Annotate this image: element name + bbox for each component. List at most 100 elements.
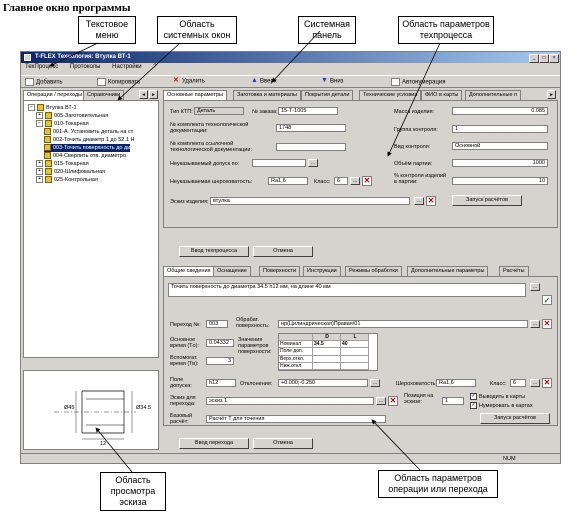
tab-operations[interactable]: Операции / переходы — [23, 90, 87, 100]
text-browse-button[interactable]: ... — [530, 283, 540, 291]
order-no-field[interactable]: 15-Т-1005 — [278, 107, 338, 115]
autonumber-button[interactable]: Автонумерация — [391, 78, 446, 86]
tab-tech-conditions[interactable]: Технические условия — [359, 90, 422, 100]
tab-additional[interactable]: Дополнительные п — [465, 90, 522, 100]
op-class-clear-icon[interactable]: ✕ — [542, 378, 552, 388]
aux-time-field[interactable]: 3 — [206, 357, 234, 365]
tab-calculations[interactable]: Расчёты — [499, 266, 529, 276]
move-up-button[interactable]: ▲ Вверх — [251, 77, 277, 85]
param-table-cell[interactable]: Ниж.откл. — [279, 362, 313, 370]
surface-browse-button[interactable]: ... — [530, 320, 540, 328]
tab-instructions[interactable]: Инструкции — [303, 266, 341, 276]
base-calc-field[interactable]: Расчёт Т для точения — [206, 415, 386, 423]
param-table-cell[interactable]: Номинал — [279, 341, 313, 349]
op-sketch-clear-icon[interactable]: ✕ — [388, 396, 398, 406]
tree-item[interactable]: +020-Шлифовальная — [36, 168, 105, 176]
step-cancel-button[interactable]: Отмена — [253, 438, 313, 449]
op-roughness-field[interactable]: Ra1,6 — [436, 379, 476, 387]
close-icon[interactable]: × — [549, 54, 559, 63]
tab-fio[interactable]: ФИО в карты — [421, 90, 463, 100]
tree-item[interactable]: 003-Точить поверхность до ди — [44, 144, 131, 152]
surface-field[interactable]: нр(Цилиндрическая)Правая\01 — [278, 320, 528, 328]
tab-modes[interactable]: Режимы обработки — [345, 266, 402, 276]
tree-expander-icon[interactable]: + — [36, 160, 43, 167]
copy-button[interactable]: Копировать — [97, 78, 140, 86]
param-table-cell[interactable] — [313, 355, 341, 363]
tree-item[interactable]: − 010-Токарная — [36, 120, 89, 128]
deviations-field[interactable]: +0.000;-0.250 — [278, 379, 368, 387]
check-icon[interactable]: ✓ — [542, 295, 552, 305]
param-table-cell[interactable] — [313, 348, 341, 356]
enter-process-button[interactable]: Ввод техпроцесса — [179, 246, 249, 257]
tab-references[interactable]: Справочники — [83, 90, 125, 100]
op-sketch-field[interactable]: эскиз 1 — [206, 397, 374, 405]
sketch-name-field[interactable]: втулка — [210, 197, 410, 205]
control-group-field[interactable]: 1 — [452, 125, 548, 133]
tree-item[interactable]: +015-Токарная — [36, 160, 89, 168]
op-sketch-browse-button[interactable]: ... — [376, 397, 386, 405]
tree-item[interactable]: +025-Контрольная — [36, 176, 98, 184]
tree-item[interactable]: 001-А. Установить деталь на ст — [44, 128, 133, 136]
tolerance-field[interactable] — [252, 159, 306, 167]
deviations-browse-button[interactable]: ... — [370, 379, 380, 387]
move-down-button[interactable]: ▼ Вниз — [321, 77, 343, 85]
tree-item[interactable]: − Втулка ВТ-1 — [28, 104, 77, 112]
maximize-icon[interactable]: □ — [539, 54, 549, 63]
param-table-cell[interactable] — [341, 355, 369, 363]
param-table-cell[interactable] — [341, 348, 369, 356]
tab-scroll-right-icon[interactable]: ▸ — [547, 90, 556, 99]
tree-item[interactable]: 002-Точить диаметр 1 до 52.1 Н — [44, 136, 134, 144]
tab-scroll-left-icon[interactable]: ◂ — [139, 90, 148, 99]
tree-expander-icon[interactable]: + — [36, 112, 43, 119]
add-button[interactable]: Добавить — [25, 78, 63, 86]
position-field[interactable]: 1 — [442, 397, 464, 405]
sketch-clear-icon[interactable]: ✕ — [426, 196, 436, 206]
menu-item-protocols[interactable]: Протоколы — [70, 64, 101, 70]
class-clear-icon[interactable]: ✕ — [362, 176, 372, 186]
param-table-cell[interactable]: 34.5 — [313, 341, 341, 349]
tree-expander-icon[interactable]: + — [36, 176, 43, 183]
tab-blanks[interactable]: Заготовка и материалы — [233, 90, 301, 100]
menu-item-help[interactable]: ? — [153, 64, 156, 70]
tip-ktp-field[interactable]: Деталь — [194, 107, 244, 115]
pct-control-field[interactable]: 10 — [452, 177, 548, 185]
param-table-cell[interactable] — [313, 362, 341, 370]
step-no-field[interactable]: 003 — [206, 320, 228, 328]
operation-text-field[interactable]: Точить поверхность до диаметра 34.5 h12 … — [168, 283, 526, 297]
surface-clear-icon[interactable]: ✕ — [542, 319, 552, 329]
minimize-icon[interactable]: _ — [529, 54, 539, 63]
numbering-checkbox[interactable]: ✓ Нумеровать в картах — [470, 402, 533, 409]
delete-button[interactable]: ✕ Удалить — [173, 77, 205, 85]
tolerance-browse-button[interactable]: ... — [308, 159, 318, 167]
tree-expander-icon[interactable]: + — [36, 168, 43, 175]
tab-surfaces[interactable]: Поверхности — [259, 266, 301, 276]
main-time-field[interactable]: 0.04332 — [206, 339, 234, 347]
tree-expander-icon[interactable]: − — [28, 104, 35, 111]
tab-coatings[interactable]: Покрытия детали — [301, 90, 354, 100]
menu-item-settings[interactable]: Настройки — [112, 64, 141, 70]
op-run-calc-button[interactable]: Запуск расчётов — [480, 413, 550, 424]
process-cancel-button[interactable]: Отмена — [253, 246, 313, 257]
menu-item-techprocess[interactable]: ТехПроцесс — [25, 64, 58, 70]
param-table-cell[interactable] — [341, 362, 369, 370]
tab-scroll-right-icon[interactable]: ▸ — [149, 90, 158, 99]
param-table-cell[interactable]: Верх.откл. — [279, 355, 313, 363]
enter-step-button[interactable]: Ввод перехода — [179, 438, 249, 449]
roughness-field[interactable]: Ra1,6 — [268, 177, 308, 185]
tree-item[interactable]: +005-Заготовительная — [36, 112, 108, 120]
control-type-field[interactable]: Основной — [452, 142, 548, 150]
class-browse-button[interactable]: ... — [350, 177, 360, 185]
tab-general[interactable]: Общие сведения — [163, 266, 215, 276]
tab-extra-params[interactable]: Дополнительные параметры — [407, 266, 489, 276]
ref-complect-field[interactable] — [276, 143, 346, 151]
batch-field[interactable]: 1000 — [452, 159, 548, 167]
class-field[interactable]: 6 — [334, 177, 348, 185]
tab-main-params[interactable]: Основные параметры — [163, 90, 227, 100]
tolerance-field-input[interactable]: h12 — [206, 379, 236, 387]
complect-field[interactable]: 1748 — [276, 124, 346, 132]
op-class-browse-button[interactable]: ... — [530, 379, 540, 387]
sketch-browse-button[interactable]: ... — [414, 197, 424, 205]
output-to-cards-checkbox[interactable]: ✓ Выводить в карты — [470, 393, 525, 400]
process-run-calc-button[interactable]: Запуск расчётов — [452, 195, 522, 206]
op-class-field[interactable]: 6 — [510, 379, 526, 387]
